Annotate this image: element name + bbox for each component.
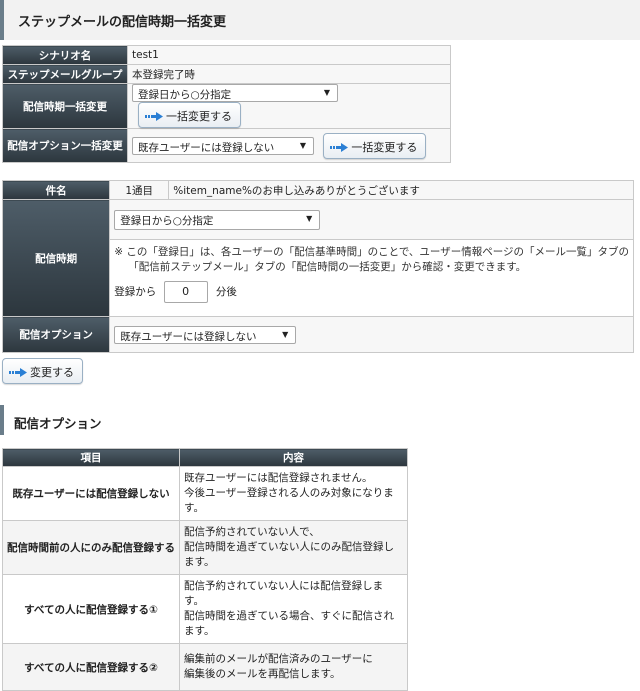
col-item-header: 項目 bbox=[2, 448, 180, 467]
change-button-label: 変更する bbox=[30, 366, 74, 379]
timing-note-line1: ※ この「登録日」は、各ユーザーの「配信基準時間」のことで、ユーザー情報ページの… bbox=[114, 246, 629, 258]
chevron-down-icon: ▼ bbox=[323, 88, 330, 97]
page-title: ステップメールの配信時期一括変更 bbox=[0, 0, 640, 40]
timing-bulk-select[interactable]: 登録日から○分指定 ▼ bbox=[132, 84, 338, 102]
arrow-right-icon bbox=[9, 368, 27, 377]
option-description: 編集前のメールが配信済みのユーザーに 編集後のメールを再配信します。 bbox=[179, 643, 408, 691]
option-description: 既存ユーザーには配信登録されません。 今後ユーザー登録される人のみ対象になります… bbox=[179, 466, 408, 521]
minutes-input[interactable]: 0 bbox=[163, 281, 208, 303]
minutes-row: 登録から 0 分後 bbox=[114, 281, 629, 303]
option-description-line: 既存ユーザーには配信登録されません。 bbox=[184, 472, 373, 484]
timing-bulk-change-label: 一括変更する bbox=[166, 110, 232, 123]
option-description-line: 編集後のメールを再配信します。 bbox=[184, 668, 341, 680]
scenario-value: test1 bbox=[127, 45, 451, 65]
option-item: 既存ユーザーには配信登録しない bbox=[2, 466, 180, 521]
minutes-after-label: 分後 bbox=[215, 286, 237, 298]
step-mail-detail-table: 件名 1通目 %item_name%のお申し込みありがとうございます 配信時期 … bbox=[1, 180, 634, 353]
option-bulk-cell: 既存ユーザーには登録しない ▼ 一括変更する bbox=[127, 128, 451, 163]
option-bulk-label: 配信オプション一括変更 bbox=[2, 128, 128, 163]
timing-select[interactable]: 登録日から○分指定 ▼ bbox=[114, 209, 321, 230]
settings-table: シナリオ名 test1 ステップメールグループ 本登録完了時 配信時期一括変更 … bbox=[2, 45, 451, 163]
timing-bulk-select-value: 登録日から○分指定 bbox=[138, 89, 232, 101]
option-description-line: 編集前のメールが配信済みのユーザーに bbox=[184, 653, 373, 665]
option-description-line: 配信時間を過ぎていない人にのみ配信登録します。 bbox=[184, 541, 394, 568]
arrow-right-icon bbox=[330, 142, 349, 152]
option-item: 配信時間前の人にのみ配信登録する bbox=[2, 520, 180, 575]
change-button[interactable]: 変更する bbox=[2, 358, 83, 384]
option-select[interactable]: 既存ユーザーには登録しない ▼ bbox=[114, 325, 297, 344]
option-description-line: 配信予約されていない人で、 bbox=[184, 526, 320, 538]
option-select-value: 既存ユーザーには登録しない bbox=[120, 330, 257, 343]
timing-note-line2: 「配信前ステップメール」タブの「配信時間の一括変更」から確認・変更できます。 bbox=[128, 261, 527, 273]
option-description: 配信予約されていない人には配信登録します。 配信時間を過ぎている場合、すぐに配信… bbox=[179, 574, 408, 644]
option-item: すべての人に配信登録する② bbox=[2, 643, 180, 691]
option-bulk-select-value: 既存ユーザーには登録しない bbox=[138, 141, 275, 154]
timing-select-cell: 登録日から○分指定 ▼ bbox=[109, 199, 634, 240]
option-item: すべての人に配信登録する① bbox=[2, 574, 180, 644]
subject-label: 件名 bbox=[1, 180, 111, 200]
timing-bulk-change-button[interactable]: 一括変更する bbox=[138, 102, 241, 128]
option-description-line: 今後ユーザー登録される人のみ対象になります。 bbox=[184, 487, 394, 514]
scenario-label: シナリオ名 bbox=[2, 45, 128, 65]
option-description-line: 配信予約されていない人には配信登録します。 bbox=[184, 580, 384, 607]
group-label: ステップメールグループ bbox=[2, 64, 128, 84]
option-label: 配信オプション bbox=[1, 316, 111, 353]
options-section-title: 配信オプション bbox=[0, 405, 320, 435]
option-bulk-change-label: 一括変更する bbox=[351, 140, 418, 154]
options-table: 項目 内容 既存ユーザーには配信登録しない 既存ユーザーには配信登録されません。… bbox=[2, 448, 408, 691]
col-content-header: 内容 bbox=[179, 448, 408, 467]
chevron-down-icon: ▼ bbox=[299, 140, 306, 150]
timing-bulk-cell: 登録日から○分指定 ▼ 一括変更する bbox=[127, 83, 451, 129]
timing-detail-cell: ※ この「登録日」は、各ユーザーの「配信基準時間」のことで、ユーザー情報ページの… bbox=[109, 239, 634, 317]
option-bulk-change-button[interactable]: 一括変更する bbox=[323, 132, 427, 159]
option-description: 配信予約されていない人で、 配信時間を過ぎていない人にのみ配信登録します。 bbox=[179, 520, 408, 575]
chevron-down-icon: ▼ bbox=[282, 329, 289, 339]
group-value: 本登録完了時 bbox=[127, 64, 451, 84]
option-select-cell: 既存ユーザーには登録しない ▼ bbox=[109, 316, 634, 353]
option-description-line: 配信時間を過ぎている場合、すぐに配信されます。 bbox=[184, 610, 394, 637]
option-bulk-select[interactable]: 既存ユーザーには登録しない ▼ bbox=[132, 136, 314, 155]
timing-label: 配信時期 bbox=[1, 199, 111, 317]
timing-bulk-label: 配信時期一括変更 bbox=[2, 83, 128, 129]
subject-value: %item_name%のお申し込みありがとうございます bbox=[168, 180, 634, 200]
chevron-down-icon: ▼ bbox=[306, 213, 313, 223]
arrow-right-icon bbox=[145, 112, 163, 121]
timing-select-value: 登録日から○分指定 bbox=[120, 214, 214, 227]
step-number: 1通目 bbox=[109, 180, 170, 200]
from-registration-label: 登録から bbox=[114, 286, 157, 298]
